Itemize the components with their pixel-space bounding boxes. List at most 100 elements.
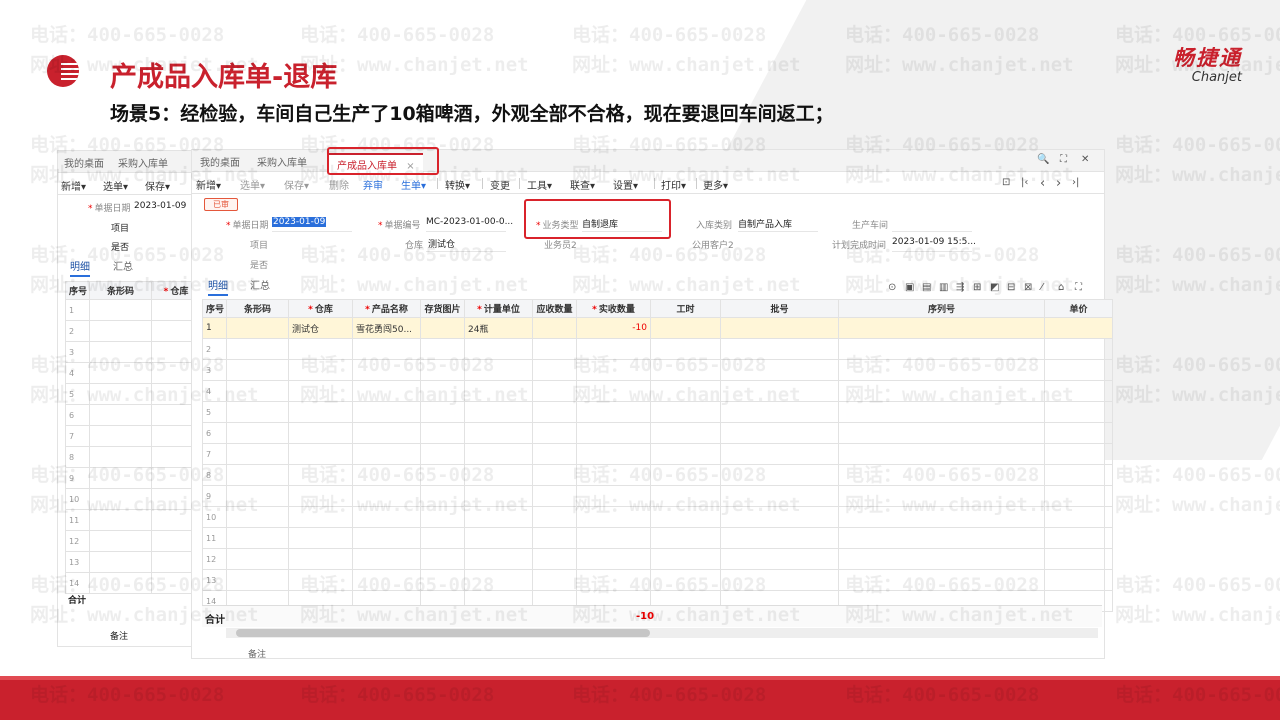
back-cell[interactable]: [89, 383, 152, 405]
cell-empty[interactable]: [288, 569, 353, 591]
back-table-row[interactable]: 6: [65, 404, 201, 426]
cell-due-qty[interactable]: [532, 317, 577, 339]
cell-empty[interactable]: [1044, 464, 1113, 486]
cell-batch[interactable]: [720, 317, 839, 339]
unaudit-button[interactable]: 弃审: [363, 177, 383, 192]
cell-empty[interactable]: [720, 527, 839, 549]
cell-empty[interactable]: [352, 443, 421, 465]
cell-empty[interactable]: [226, 422, 289, 444]
cell-warehouse[interactable]: 测试仓: [288, 317, 353, 339]
back-save-button[interactable]: 保存▾: [145, 178, 170, 193]
cell-empty[interactable]: [650, 485, 721, 507]
cell-empty[interactable]: [420, 422, 465, 444]
cell-empty[interactable]: [650, 506, 721, 528]
cell-empty[interactable]: [650, 527, 721, 549]
table-row[interactable]: 11: [202, 527, 1113, 549]
cell-empty[interactable]: [420, 338, 465, 360]
doc-date-input[interactable]: 2023-01-09: [272, 217, 327, 227]
cell-empty[interactable]: [464, 569, 533, 591]
back-doc-date[interactable]: 2023-01-09: [134, 201, 186, 211]
cell-empty[interactable]: [650, 359, 721, 381]
pick-button[interactable]: 选单▾: [240, 177, 265, 192]
grid-tool-icon[interactable]: ⊞: [973, 282, 981, 293]
cell-empty[interactable]: [650, 338, 721, 360]
cell-empty[interactable]: [420, 464, 465, 486]
tab-purchase-in[interactable]: 采购入库单: [257, 154, 307, 169]
cell-empty[interactable]: [532, 464, 577, 486]
grid-tool-icon[interactable]: ⊙: [888, 282, 896, 293]
cell-empty[interactable]: [1044, 380, 1113, 402]
back-table-row[interactable]: 13: [65, 551, 201, 573]
doc-no-input[interactable]: MC-2023-01-00-0...: [426, 217, 513, 227]
cell-empty[interactable]: [226, 443, 289, 465]
cell-empty[interactable]: [464, 527, 533, 549]
table-row[interactable]: 1 测试仓 雪花勇闯50... 24瓶 -10: [202, 317, 1113, 339]
first-record-icon[interactable]: |‹: [1021, 177, 1028, 188]
cell-empty[interactable]: [838, 422, 1045, 444]
column-header[interactable]: 条形码: [226, 299, 289, 318]
cell-empty[interactable]: [720, 485, 839, 507]
back-table-row[interactable]: 3: [65, 341, 201, 363]
cell-empty[interactable]: [288, 527, 353, 549]
cell-empty[interactable]: [650, 422, 721, 444]
cell-empty[interactable]: [838, 527, 1045, 549]
cell-empty[interactable]: [720, 569, 839, 591]
grid-tool-icon[interactable]: ⁄: [1041, 282, 1043, 293]
cell-empty[interactable]: [576, 422, 651, 444]
preview-icon[interactable]: ⊡: [1002, 177, 1010, 188]
cell-empty[interactable]: [532, 359, 577, 381]
cell-empty[interactable]: [576, 506, 651, 528]
table-row[interactable]: 12: [202, 548, 1113, 570]
back-tab-purchase[interactable]: 采购入库单: [118, 155, 168, 170]
scrollbar-thumb[interactable]: [236, 629, 650, 637]
biz-type-select[interactable]: 自制退库: [582, 217, 618, 230]
cell-empty[interactable]: [288, 401, 353, 423]
cell-empty[interactable]: [288, 443, 353, 465]
table-row[interactable]: 7: [202, 443, 1113, 465]
cell-empty[interactable]: [288, 359, 353, 381]
horizontal-scrollbar[interactable]: [226, 628, 1098, 638]
column-header[interactable]: * 计量单位: [464, 299, 533, 318]
column-header[interactable]: * 产品名称: [352, 299, 421, 318]
back-table-row[interactable]: 5: [65, 383, 201, 405]
cell-empty[interactable]: [288, 464, 353, 486]
column-header[interactable]: 工时: [650, 299, 721, 318]
cell-barcode[interactable]: [226, 317, 289, 339]
cell-empty[interactable]: [532, 527, 577, 549]
cell-empty[interactable]: [464, 401, 533, 423]
cell-empty[interactable]: [838, 380, 1045, 402]
new-button[interactable]: 新增▾: [196, 177, 221, 192]
back-table-row[interactable]: 1: [65, 299, 201, 321]
cell-empty[interactable]: [226, 569, 289, 591]
cell-empty[interactable]: [576, 380, 651, 402]
cell-empty[interactable]: [720, 380, 839, 402]
cell-unit[interactable]: 24瓶: [464, 317, 533, 339]
column-header[interactable]: 单价: [1044, 299, 1113, 318]
cell-serial[interactable]: [838, 317, 1045, 339]
cell-empty[interactable]: [532, 338, 577, 360]
cell-empty[interactable]: [1044, 485, 1113, 507]
cell-empty[interactable]: [1044, 443, 1113, 465]
cell-empty[interactable]: [720, 443, 839, 465]
cell-empty[interactable]: [720, 359, 839, 381]
cell-no[interactable]: 1: [202, 317, 227, 339]
in-category-select[interactable]: 自制产品入库: [738, 217, 792, 230]
back-cell[interactable]: [89, 509, 152, 531]
warehouse-select[interactable]: 测试仓: [428, 237, 455, 250]
save-button[interactable]: 保存▾: [284, 177, 309, 192]
change-button[interactable]: 变更: [490, 177, 510, 192]
cell-empty[interactable]: [352, 380, 421, 402]
back-cell[interactable]: [89, 362, 152, 384]
cell-empty[interactable]: [288, 422, 353, 444]
cell-empty[interactable]: [226, 338, 289, 360]
cell-empty[interactable]: [226, 359, 289, 381]
cell-empty[interactable]: [464, 380, 533, 402]
table-row[interactable]: 13: [202, 569, 1113, 591]
table-row[interactable]: 5: [202, 401, 1113, 423]
cell-empty[interactable]: [650, 443, 721, 465]
cell-empty[interactable]: [1044, 338, 1113, 360]
back-new-button[interactable]: 新增▾: [61, 178, 86, 193]
cell-empty[interactable]: [288, 338, 353, 360]
table-row[interactable]: 8: [202, 464, 1113, 486]
column-header[interactable]: * 实收数量: [576, 299, 651, 318]
